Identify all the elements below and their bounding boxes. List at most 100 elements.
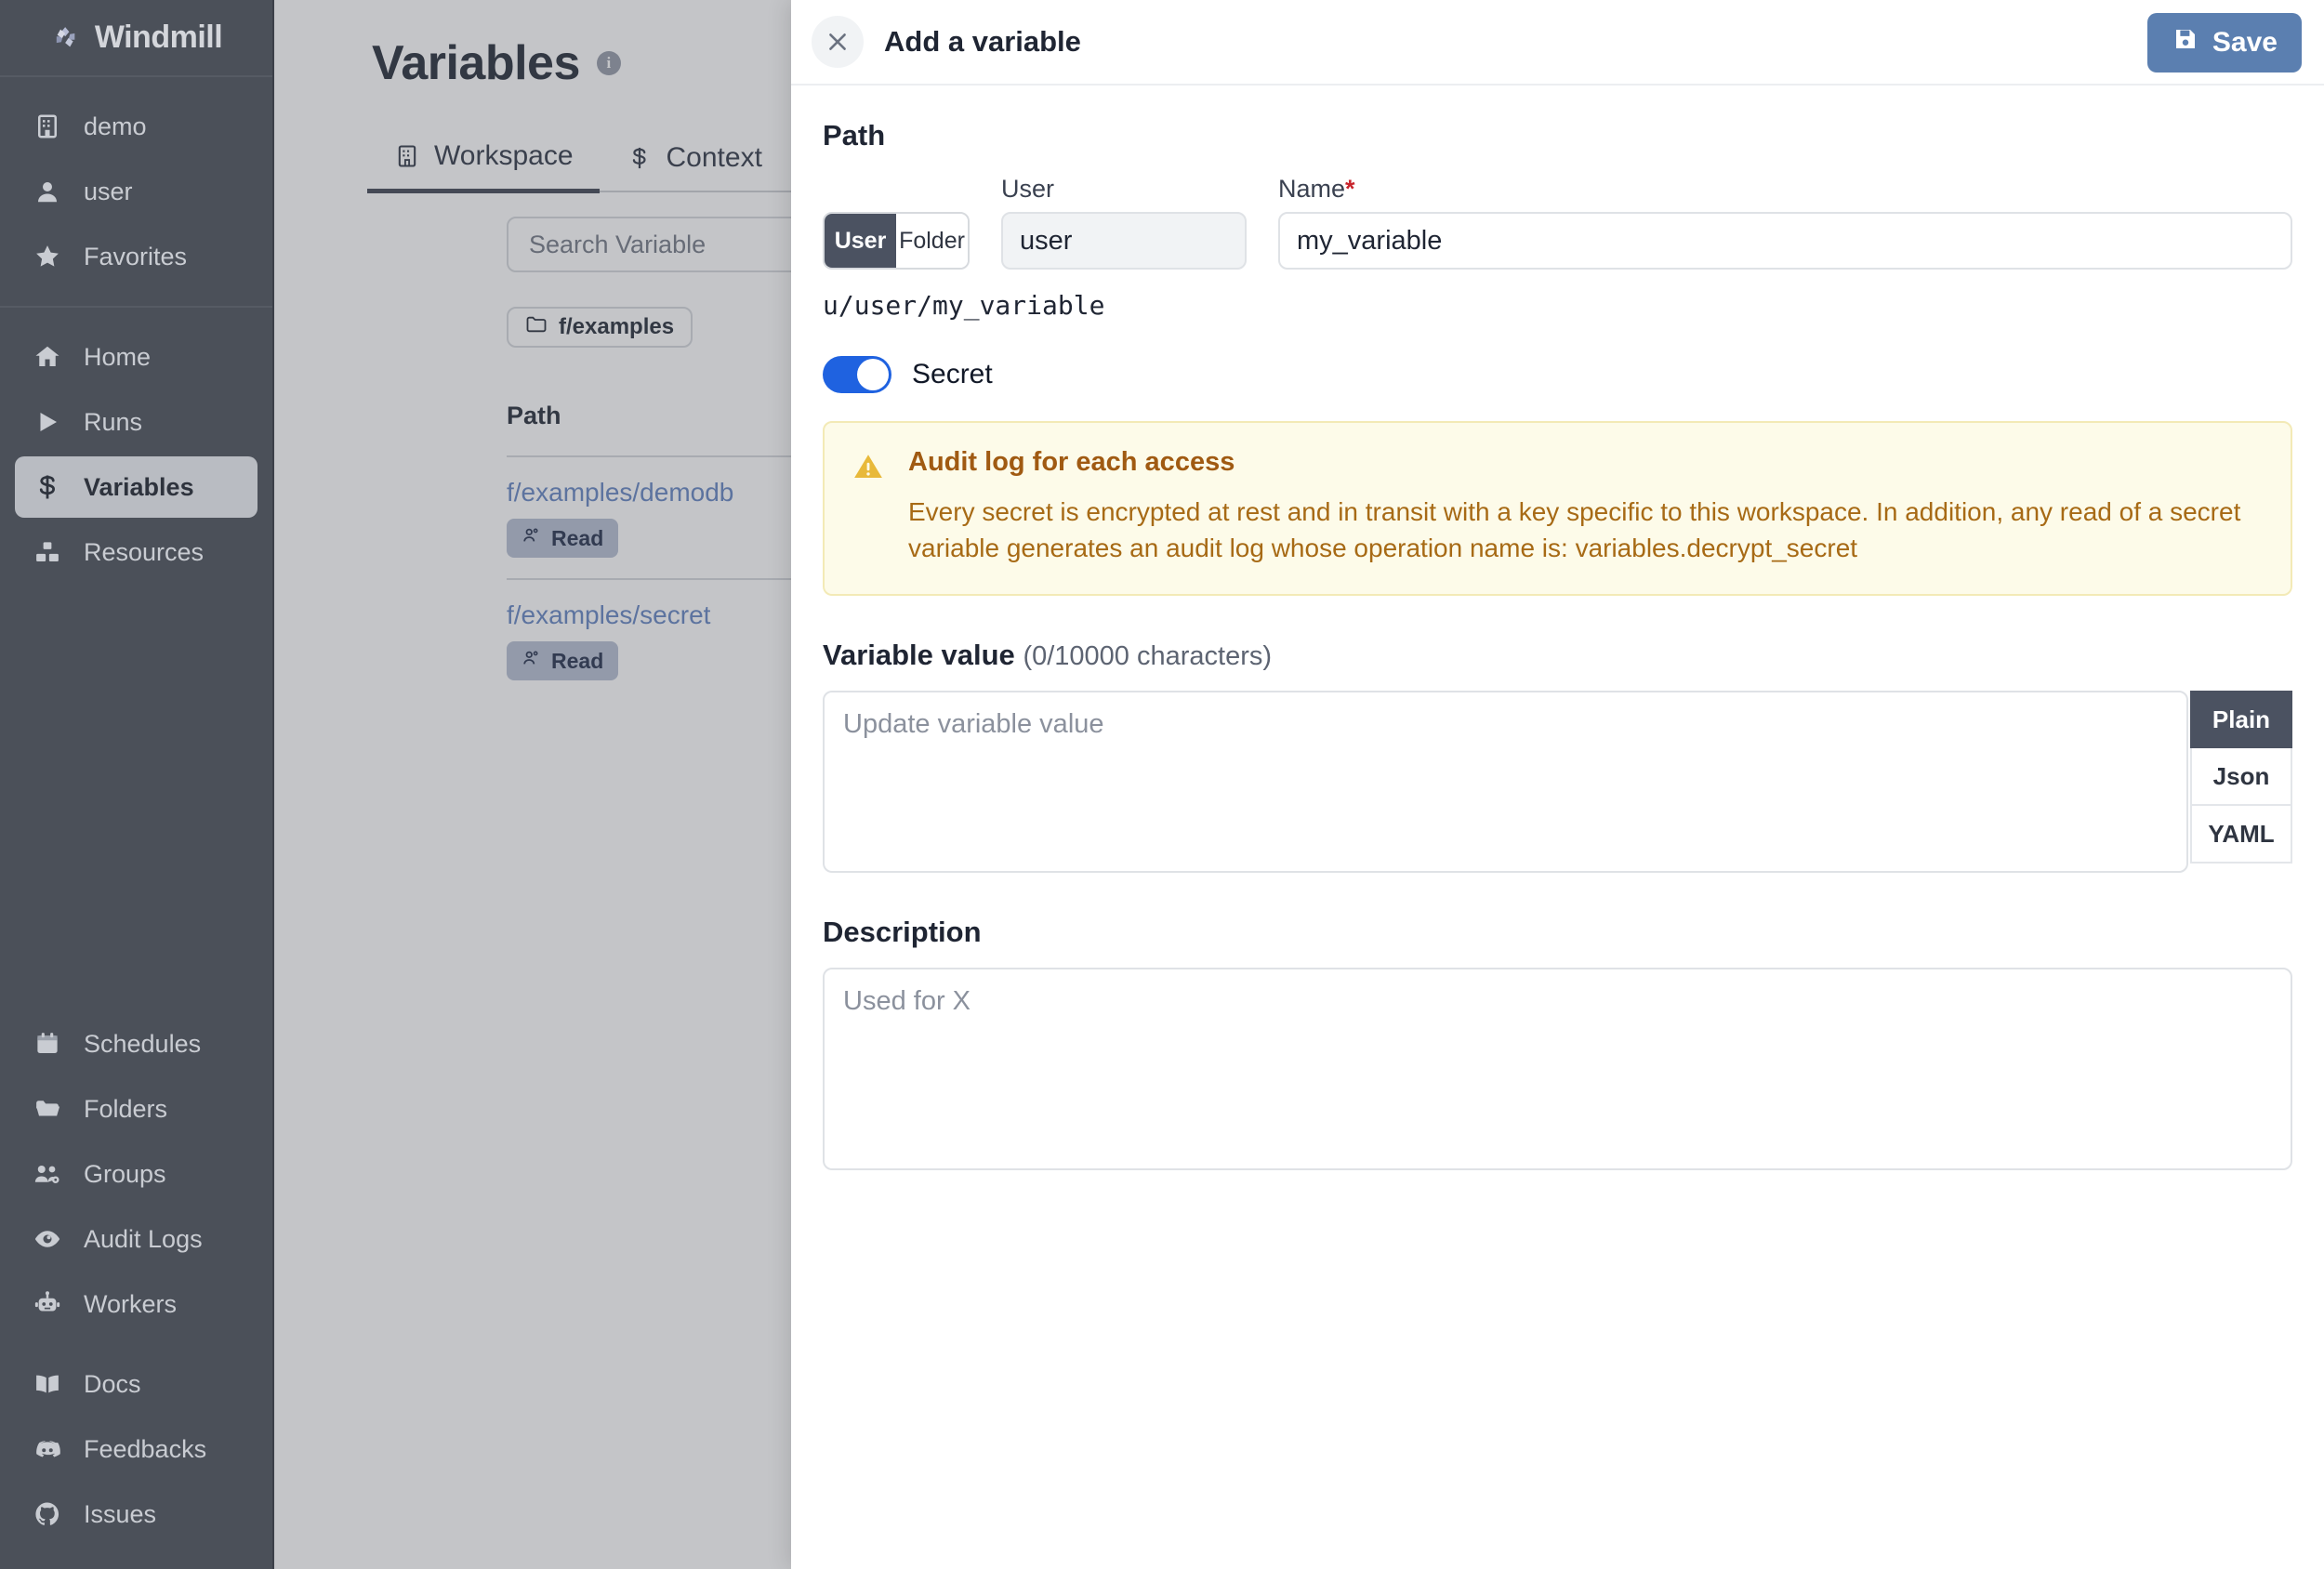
sidebar-item-label: Schedules bbox=[84, 1029, 202, 1058]
sidebar-item-label: Home bbox=[84, 342, 152, 371]
secret-toggle-row: Secret bbox=[823, 356, 2292, 393]
sidebar-workspace-section: demo user Favorites bbox=[0, 77, 272, 308]
variable-value-input[interactable]: Update variable value bbox=[823, 691, 2188, 874]
sidebar-item-demo[interactable]: demo bbox=[15, 96, 257, 157]
warning-icon bbox=[852, 447, 884, 566]
sidebar-item-resources[interactable]: Resources bbox=[15, 521, 257, 583]
name-field-group: Name* my_variable bbox=[1278, 175, 2292, 270]
sidebar-item-variables[interactable]: Variables bbox=[15, 456, 257, 518]
variable-value-label: Variable value (0/10000 characters) bbox=[823, 639, 2292, 672]
sidebar-item-runs[interactable]: Runs bbox=[15, 391, 257, 453]
description-input[interactable]: Used for X bbox=[823, 968, 2292, 1171]
secret-audit-alert: Audit log for each access Every secret i… bbox=[823, 421, 2292, 597]
windmill-logo-icon bbox=[50, 22, 82, 54]
sidebar-item-label: Feedbacks bbox=[84, 1434, 207, 1463]
book-icon bbox=[32, 1368, 63, 1400]
path-kind-group: User Folder bbox=[823, 212, 970, 270]
sidebar-main-section: Home Runs Variables Resources bbox=[0, 308, 272, 601]
secret-toggle-label: Secret bbox=[912, 359, 993, 389]
blocks-icon bbox=[32, 536, 63, 568]
name-field-label: Name* bbox=[1278, 175, 2292, 204]
users-gear-icon bbox=[32, 1158, 63, 1190]
app-logo[interactable]: Windmill bbox=[0, 0, 272, 77]
variable-value-row: Update variable value Plain Json YAML bbox=[823, 691, 2292, 874]
drawer-header: Add a variable Save bbox=[791, 0, 2324, 86]
sidebar-item-docs[interactable]: Docs bbox=[15, 1353, 257, 1415]
sidebar-item-issues[interactable]: Issues bbox=[15, 1483, 257, 1545]
robot-icon bbox=[32, 1288, 63, 1320]
sidebar-item-label: Resources bbox=[84, 537, 205, 566]
sidebar-item-user[interactable]: user bbox=[15, 161, 257, 222]
user-icon bbox=[32, 176, 63, 207]
name-input[interactable]: my_variable bbox=[1278, 212, 2292, 270]
close-icon[interactable] bbox=[812, 16, 864, 68]
format-tab-yaml[interactable]: YAML bbox=[2190, 806, 2292, 864]
toggle-knob bbox=[857, 359, 889, 390]
sidebar-footer-section: Docs Feedbacks Issues bbox=[0, 1353, 272, 1569]
sidebar-item-label: Workers bbox=[84, 1289, 178, 1318]
save-button[interactable]: Save bbox=[2146, 13, 2302, 73]
eye-icon bbox=[32, 1223, 63, 1255]
calendar-icon bbox=[32, 1028, 63, 1060]
home-icon bbox=[32, 341, 63, 373]
user-field-group: User user bbox=[1001, 175, 1247, 270]
github-icon bbox=[32, 1498, 63, 1530]
secret-toggle[interactable] bbox=[823, 356, 891, 393]
value-format-tabs: Plain Json YAML bbox=[2190, 691, 2292, 864]
variable-value-placeholder: Update variable value bbox=[843, 709, 1104, 740]
alert-title: Audit log for each access bbox=[908, 447, 1235, 477]
name-label-text: Name bbox=[1278, 175, 1346, 203]
app-name: Windmill bbox=[94, 20, 223, 55]
format-tab-plain[interactable]: Plain bbox=[2190, 691, 2292, 749]
description-placeholder: Used for X bbox=[843, 986, 971, 1017]
path-kind-toggle[interactable]: User Folder bbox=[823, 212, 970, 270]
folder-icon bbox=[32, 1093, 63, 1125]
sidebar-item-label: Issues bbox=[84, 1499, 157, 1528]
sidebar-item-audit-logs[interactable]: Audit Logs bbox=[15, 1208, 257, 1270]
dollar-icon bbox=[32, 471, 63, 503]
sidebar-item-label: Groups bbox=[84, 1159, 166, 1188]
sidebar-item-label: user bbox=[84, 177, 133, 205]
description-label: Description bbox=[823, 916, 982, 949]
sidebar-item-favorites[interactable]: Favorites bbox=[15, 226, 257, 287]
path-kind-user-button[interactable]: User bbox=[825, 214, 896, 268]
sidebar-item-schedules[interactable]: Schedules bbox=[15, 1013, 257, 1075]
sidebar-item-workers[interactable]: Workers bbox=[15, 1273, 257, 1335]
sidebar-item-label: Favorites bbox=[84, 242, 188, 270]
star-icon bbox=[32, 241, 63, 272]
user-input-value: user bbox=[1020, 225, 1073, 256]
variable-value-label-text: Variable value bbox=[823, 639, 1015, 672]
building-icon bbox=[32, 111, 63, 142]
sidebar-item-folders[interactable]: Folders bbox=[15, 1078, 257, 1140]
sidebar-item-label: Folders bbox=[84, 1094, 168, 1123]
app-root: Windmill demo user Favorites Home Runs V… bbox=[0, 0, 2324, 1569]
sidebar-item-label: Variables bbox=[84, 472, 194, 501]
alert-body: Every secret is encrypted at rest and in… bbox=[908, 497, 2241, 562]
sidebar-item-feedbacks[interactable]: Feedbacks bbox=[15, 1418, 257, 1480]
variable-value-counter: (0/10000 characters) bbox=[1023, 641, 1273, 672]
user-input[interactable]: user bbox=[1001, 212, 1247, 270]
add-variable-drawer: Add a variable Save Path User Folder Use… bbox=[791, 0, 2324, 1569]
sidebar-item-label: Audit Logs bbox=[84, 1224, 203, 1253]
sidebar-item-label: demo bbox=[84, 112, 147, 140]
path-preview: u/user/my_variable bbox=[823, 290, 1105, 321]
name-input-value: my_variable bbox=[1297, 225, 1443, 256]
alert-text-group: Audit log for each access Every secret i… bbox=[908, 447, 2263, 566]
sidebar-admin-section: Schedules Folders Groups Audit Logs Work… bbox=[0, 995, 272, 1353]
drawer-overlay[interactable] bbox=[274, 0, 791, 1569]
required-mark: * bbox=[1345, 175, 1355, 203]
sidebar-item-home[interactable]: Home bbox=[15, 326, 257, 388]
format-tab-json[interactable]: Json bbox=[2190, 748, 2292, 807]
save-icon bbox=[2172, 25, 2199, 60]
sidebar: Windmill demo user Favorites Home Runs V… bbox=[0, 0, 274, 1569]
sidebar-item-label: Runs bbox=[84, 407, 143, 436]
sidebar-item-groups[interactable]: Groups bbox=[15, 1143, 257, 1205]
save-label: Save bbox=[2212, 27, 2278, 58]
user-field-label: User bbox=[1001, 175, 1055, 203]
path-row: User Folder User user Name* my_variable bbox=[823, 175, 2292, 270]
path-kind-folder-button[interactable]: Folder bbox=[896, 214, 968, 268]
drawer-title: Add a variable bbox=[884, 25, 1081, 58]
drawer-body: Path User Folder User user Name* my_vari… bbox=[791, 86, 2324, 1569]
sidebar-item-label: Docs bbox=[84, 1369, 141, 1398]
